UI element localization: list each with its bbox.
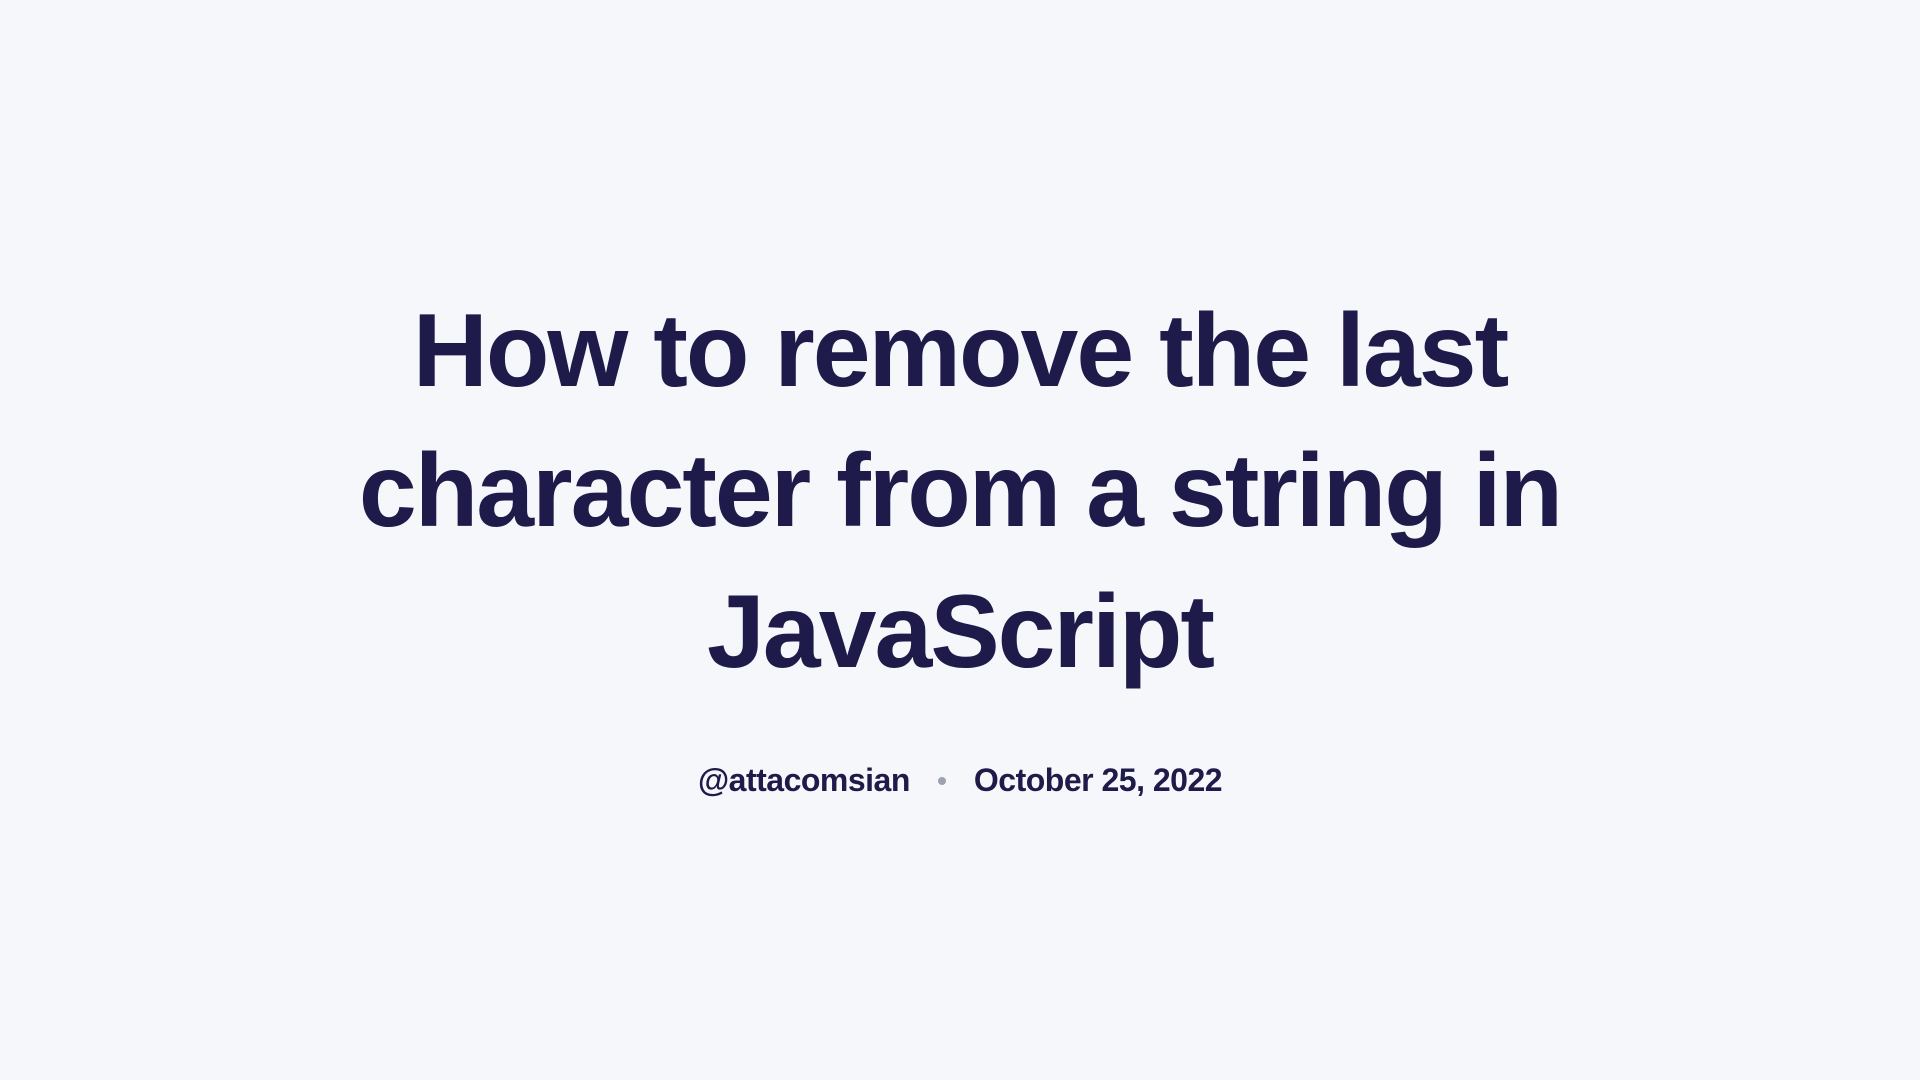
- author-handle: @attacomsian: [698, 762, 910, 799]
- publish-date: October 25, 2022: [974, 762, 1222, 799]
- article-title: How to remove the last character from a …: [260, 281, 1660, 702]
- article-meta: @attacomsian October 25, 2022: [698, 762, 1222, 799]
- separator-dot: [938, 777, 946, 785]
